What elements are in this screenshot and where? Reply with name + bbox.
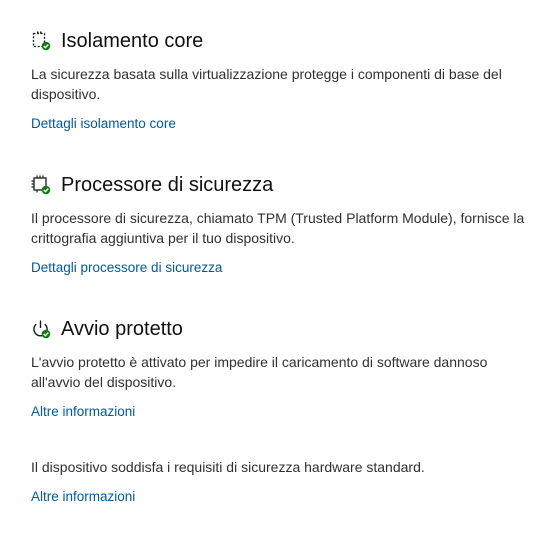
security-processor-section: Processore di sicurezza Il processore di…	[31, 172, 531, 278]
hardware-more-info-link[interactable]: Altre informazioni	[31, 487, 135, 507]
core-isolation-section: Isolamento core La sicurezza basata sull…	[31, 28, 531, 134]
device-security-page: Isolamento core La sicurezza basata sull…	[0, 0, 551, 546]
section-description: La sicurezza basata sulla virtualizzazio…	[31, 66, 502, 102]
core-isolation-details-link[interactable]: Dettagli isolamento core	[31, 114, 176, 134]
section-title: Avvio protetto	[61, 318, 183, 340]
secure-boot-icon	[31, 319, 51, 339]
hardware-status-text: Il dispositivo soddisfa i requisiti di s…	[31, 459, 425, 475]
secure-boot-section: Avvio protetto L'avvio protetto è attiva…	[31, 316, 531, 422]
security-processor-header: Processore di sicurezza	[31, 172, 531, 198]
hardware-security-status: Il dispositivo soddisfa i requisiti di s…	[31, 457, 531, 507]
secure-boot-more-info-link[interactable]: Altre informazioni	[31, 402, 135, 422]
security-processor-icon	[31, 175, 51, 195]
section-description: L'avvio protetto è attivato per impedire…	[31, 354, 488, 390]
section-title: Processore di sicurezza	[61, 174, 274, 196]
section-description: Il processore di sicurezza, chiamato TPM…	[31, 210, 525, 246]
core-isolation-icon	[31, 31, 51, 51]
secure-boot-header: Avvio protetto	[31, 316, 531, 342]
core-isolation-header: Isolamento core	[31, 28, 531, 54]
section-title: Isolamento core	[61, 30, 204, 52]
security-processor-details-link[interactable]: Dettagli processore di sicurezza	[31, 258, 222, 278]
